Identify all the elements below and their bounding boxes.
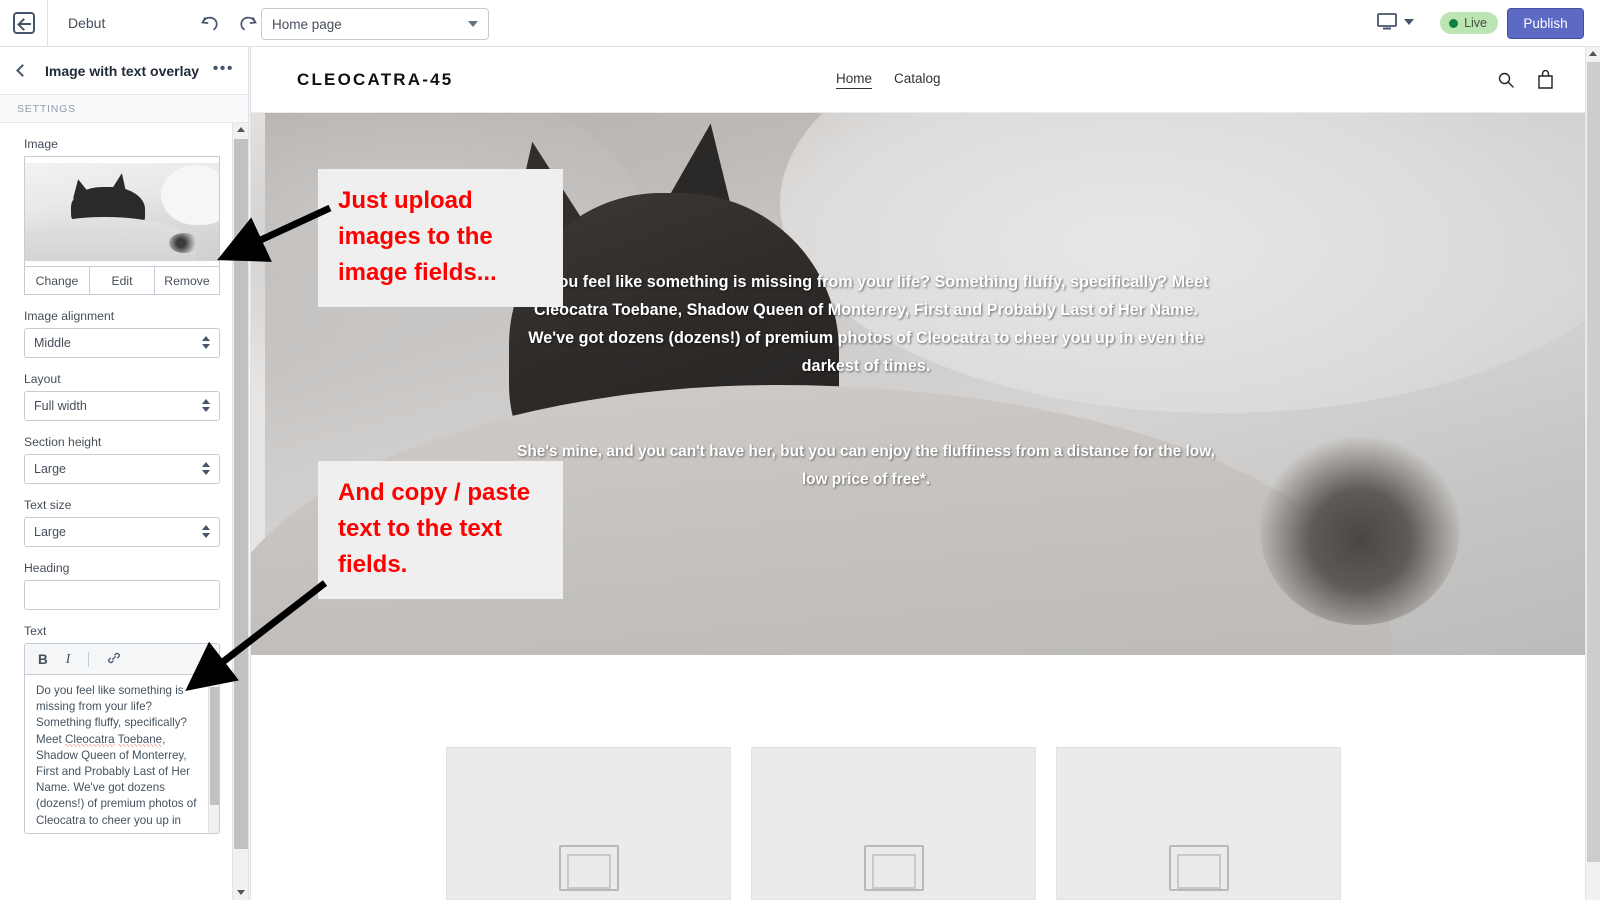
desktop-icon xyxy=(1377,13,1397,30)
image-field: Image Change Edit Remove xyxy=(24,137,220,295)
layout-select[interactable]: Full width xyxy=(24,391,220,421)
back-arrow-icon xyxy=(12,12,35,34)
text-line: Cleocatra to cheer you up in xyxy=(36,813,182,827)
cart-icon[interactable] xyxy=(1537,70,1554,89)
page-select-dropdown[interactable]: Home page xyxy=(261,8,489,40)
section-height-select[interactable]: Large xyxy=(24,454,220,484)
search-icon[interactable] xyxy=(1497,71,1515,89)
hero-paragraph-1: Do you feel like something is missing fr… xyxy=(523,273,1209,375)
stepper-icon xyxy=(202,462,210,475)
bold-button[interactable]: B xyxy=(38,652,48,667)
status-dot-icon xyxy=(1449,18,1459,28)
text-line: Shadow Queen of Monterrey, xyxy=(36,748,187,762)
image-action-bar: Change Edit Remove xyxy=(24,266,220,295)
remove-image-button[interactable]: Remove xyxy=(154,267,219,294)
status-badge-label: Live xyxy=(1464,16,1487,30)
scroll-up-icon[interactable] xyxy=(236,127,245,132)
device-preview-picker[interactable] xyxy=(1377,13,1414,31)
italic-button[interactable]: I xyxy=(66,651,71,667)
image-alignment-select[interactable]: Middle xyxy=(24,328,220,358)
change-image-button[interactable]: Change xyxy=(25,267,89,294)
image-placeholder-icon xyxy=(863,845,924,891)
store-nav: Home Catalog xyxy=(836,71,941,89)
text-line: First and Probably Last of Her xyxy=(36,765,191,779)
stepper-icon xyxy=(202,525,210,538)
image-thumbnail-preview[interactable] xyxy=(24,156,220,266)
image-placeholder-icon xyxy=(558,845,619,891)
image-field-label: Image xyxy=(24,137,58,151)
image-alignment-value: Middle xyxy=(34,336,71,350)
text-size-field: Text size Large xyxy=(24,498,220,547)
hero-image-fluff xyxy=(1260,435,1460,625)
status-badge: Live xyxy=(1440,12,1498,34)
text-size-label: Text size xyxy=(24,498,72,512)
store-name-logo[interactable]: CLEOCATRA-45 xyxy=(297,70,453,90)
settings-fields: Image Change Edit Remove Image alignment xyxy=(0,123,233,900)
publish-button[interactable]: Publish xyxy=(1507,8,1584,39)
scroll-down-icon[interactable] xyxy=(237,890,245,895)
image-placeholder-icon xyxy=(1168,845,1229,891)
heading-label: Heading xyxy=(24,561,70,575)
store-header: CLEOCATRA-45 Home Catalog xyxy=(251,47,1600,113)
undo-icon[interactable] xyxy=(198,11,222,40)
stepper-icon xyxy=(202,336,210,349)
chevron-down-icon xyxy=(468,21,478,27)
annotation-arrow-to-image-field xyxy=(217,204,332,262)
text-line: (dozens!) of premium photos of xyxy=(36,797,197,811)
text-line: Something fluffy, specifically? xyxy=(36,716,188,730)
scrollbar-thumb[interactable] xyxy=(210,687,219,805)
history-controls xyxy=(198,11,260,40)
scroll-up-icon[interactable] xyxy=(1589,51,1597,56)
layout-value: Full width xyxy=(34,399,87,413)
exit-editor-button[interactable] xyxy=(0,0,48,47)
image-alignment-label: Image alignment xyxy=(24,309,115,323)
annotation-callout-paste: And copy / paste text to the text fields… xyxy=(318,461,563,599)
chevron-down-icon xyxy=(1404,19,1414,25)
section-height-field: Section height Large xyxy=(24,435,220,484)
annotation-callout-upload: Just upload images to the image fields..… xyxy=(318,169,563,307)
product-grid xyxy=(251,655,1600,900)
hero-paragraph-2: She's mine, and you can't have her, but … xyxy=(517,443,1215,488)
chevron-left-icon[interactable] xyxy=(16,64,29,77)
product-card-placeholder[interactable] xyxy=(751,747,1036,900)
redo-icon[interactable] xyxy=(236,11,260,40)
hero-section[interactable]: Do you feel like something is missing fr… xyxy=(251,113,1600,655)
text-line: Meet Cleocatra Toebane, xyxy=(36,732,166,747)
image-alignment-field: Image alignment Middle xyxy=(24,309,220,358)
link-icon[interactable] xyxy=(107,651,121,668)
layout-label: Layout xyxy=(24,372,61,386)
settings-section-label: SETTINGS xyxy=(0,95,248,123)
store-preview: CLEOCATRA-45 Home Catalog Do you feel li… xyxy=(250,47,1600,900)
product-card-placeholder[interactable] xyxy=(1056,747,1341,900)
edit-image-button[interactable]: Edit xyxy=(89,267,154,294)
toolbar-divider xyxy=(88,651,90,667)
stepper-icon xyxy=(202,399,210,412)
panel-title: Image with text overlay xyxy=(45,62,200,79)
text-size-value: Large xyxy=(34,525,66,539)
cat-thumbnail-image xyxy=(25,163,219,261)
settings-sidebar: Image with text overlay ••• SETTINGS Ima… xyxy=(0,47,249,900)
store-header-icons xyxy=(1497,70,1554,89)
text-line: Name. We've got dozens xyxy=(36,781,165,795)
section-height-label: Section height xyxy=(24,435,102,449)
nav-item-home[interactable]: Home xyxy=(836,71,873,89)
section-height-value: Large xyxy=(34,462,66,476)
page-select-value: Home page xyxy=(272,16,342,32)
product-card-placeholder[interactable] xyxy=(446,747,731,900)
ellipsis-icon[interactable]: ••• xyxy=(213,61,234,77)
publish-button-label: Publish xyxy=(1523,16,1568,31)
panel-header: Image with text overlay ••• xyxy=(0,47,248,95)
preview-scrollbar[interactable] xyxy=(1585,47,1600,900)
top-toolbar: Debut Home page Live Publish xyxy=(0,0,1600,47)
theme-name-label: Debut xyxy=(68,15,106,31)
text-line: missing from your life? xyxy=(36,700,152,714)
text-size-select[interactable]: Large xyxy=(24,517,220,547)
layout-field: Layout Full width xyxy=(24,372,220,421)
scrollbar-thumb[interactable] xyxy=(1587,62,1600,862)
nav-item-catalog[interactable]: Catalog xyxy=(894,71,941,89)
annotation-arrow-to-text-field xyxy=(185,580,328,691)
